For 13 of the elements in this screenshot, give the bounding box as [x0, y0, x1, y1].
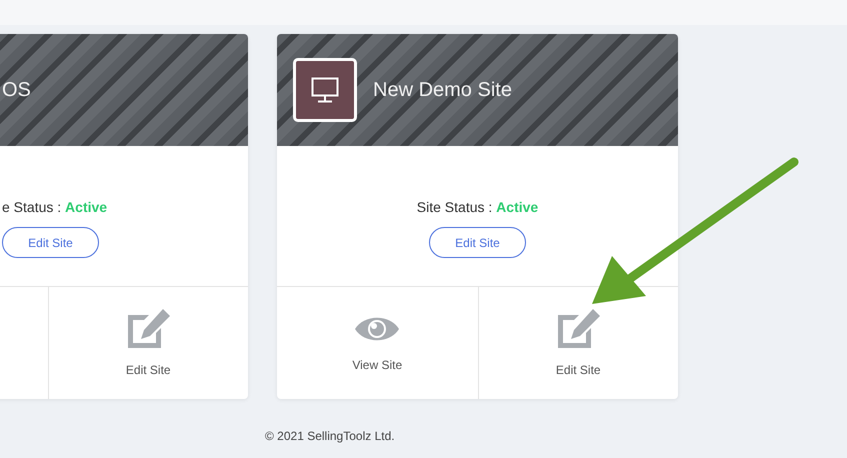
monitor-icon [311, 77, 339, 103]
view-site-link[interactable]: View Site [352, 358, 402, 372]
site-status: e Status : Active [2, 199, 108, 215]
site-title: OS [2, 78, 31, 102]
site-title: New Demo Site [373, 78, 512, 102]
edit-icon [555, 309, 602, 349]
edit-icon [125, 309, 172, 349]
site-status: Site Status : Active [416, 199, 538, 215]
copyright-text: © 2021 SellingToolz Ltd. [264, 429, 396, 443]
edit-site-button[interactable]: Edit Site [429, 227, 526, 258]
edit-site-link[interactable]: Edit Site [556, 363, 601, 377]
edit-site-button[interactable]: Edit Site [2, 227, 99, 258]
edit-site-link[interactable]: Edit Site [126, 363, 171, 377]
